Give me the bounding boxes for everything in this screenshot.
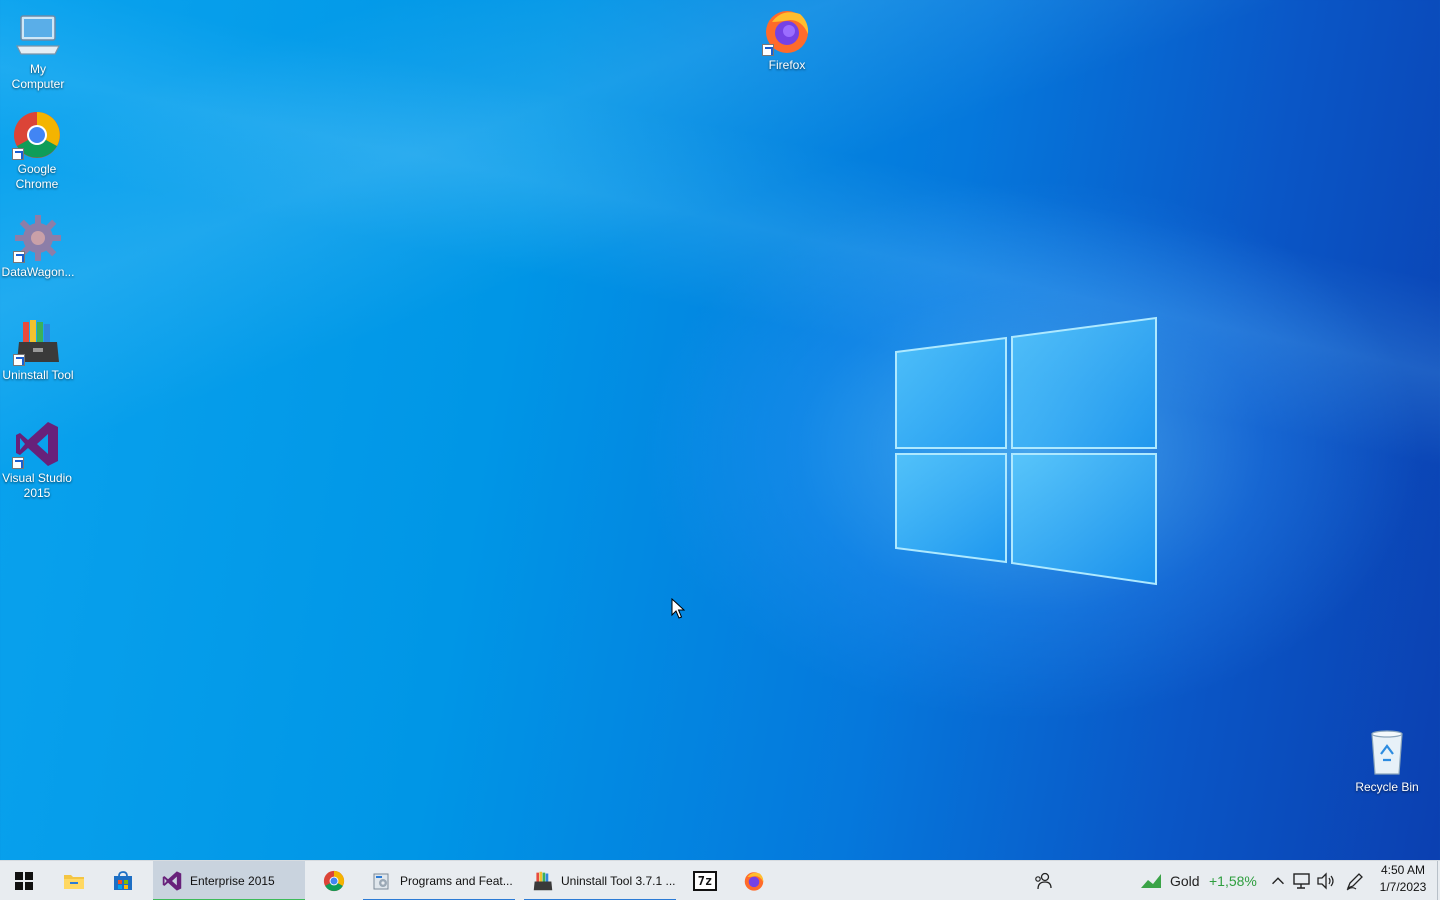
- shortcut-arrow-icon: [12, 148, 24, 160]
- stock-change[interactable]: +1,58%: [1209, 861, 1257, 900]
- 7zip-icon: 7z: [693, 871, 717, 891]
- store-button[interactable]: [99, 861, 147, 900]
- shortcut-arrow-icon: [13, 251, 25, 263]
- taskbar-app-7zip[interactable]: 7z: [681, 861, 729, 900]
- taskbar-app-uninstall-tool[interactable]: Uninstall Tool 3.7.1 ...: [524, 861, 676, 900]
- firefox-icon: [744, 872, 764, 891]
- show-hidden-icons-button[interactable]: [1268, 861, 1288, 900]
- volume-button[interactable]: [1315, 861, 1337, 900]
- clock-time: 4:50 AM: [1380, 863, 1426, 877]
- visual-studio-icon: [162, 871, 182, 891]
- uninstall-tool-icon: [533, 871, 553, 891]
- desktop-icon-label: Recycle Bin: [1355, 780, 1419, 794]
- desktop-icon-label: Firefox: [768, 58, 806, 72]
- show-desktop-button[interactable]: [1434, 861, 1440, 900]
- people-icon: [1035, 872, 1052, 890]
- shortcut-arrow-icon: [12, 457, 24, 469]
- start-button[interactable]: [0, 861, 48, 900]
- desktop-icon-label: Uninstall Tool: [2, 368, 74, 382]
- shortcut-arrow-icon: [13, 354, 25, 366]
- chrome-icon: [323, 870, 345, 892]
- desktop-icon-visual-studio[interactable]: Visual Studio 2015: [0, 419, 75, 501]
- stock-widget-icon-wrap[interactable]: [1136, 861, 1166, 900]
- uninstall-tool-icon: [13, 316, 63, 366]
- desktop-icon-label: DataWagon...: [1, 265, 75, 279]
- people-button[interactable]: [1026, 861, 1060, 900]
- store-icon: [114, 871, 132, 890]
- taskbar-clock[interactable]: 4:50 AM 1/7/2023: [1372, 862, 1434, 896]
- taskbar-app-visual-studio[interactable]: Enterprise 2015: [153, 861, 305, 900]
- windows-logo-wallpaper: [895, 316, 1157, 586]
- desktop-icon-firefox[interactable]: Firefox: [749, 6, 825, 73]
- firefox-icon: [762, 6, 812, 56]
- taskbar-app-label: Enterprise 2015: [190, 874, 275, 888]
- taskbar-app-label: Programs and Feat...: [400, 874, 513, 888]
- desktop-icon-datawagon[interactable]: DataWagon...: [0, 213, 76, 280]
- desktop-icon-my-computer[interactable]: My Computer: [0, 10, 76, 92]
- show-desktop-divider: [1436, 861, 1438, 900]
- visual-studio-icon: [12, 419, 62, 469]
- network-button[interactable]: [1291, 861, 1313, 900]
- mouse-cursor-icon: [671, 598, 685, 619]
- file-explorer-icon: [64, 875, 84, 889]
- recycle-bin-icon: [1362, 728, 1412, 778]
- desktop-icon-recycle-bin[interactable]: Recycle Bin: [1349, 728, 1425, 795]
- desktop-icon-label: Visual Studio 2015: [2, 471, 72, 500]
- light-beam: [0, 0, 1440, 860]
- programs-features-icon: [373, 873, 389, 890]
- file-explorer-button[interactable]: [50, 861, 98, 900]
- light-beam: [0, 0, 1440, 860]
- network-icon: [1293, 873, 1310, 889]
- stock-chart-icon: [1141, 874, 1161, 888]
- computer-icon: [13, 10, 63, 60]
- taskbar-app-firefox[interactable]: [730, 861, 778, 900]
- chevron-up-icon: [1272, 877, 1284, 885]
- chrome-icon: [12, 110, 62, 160]
- pen-icon: [1346, 873, 1363, 891]
- shortcut-arrow-icon: [762, 44, 774, 56]
- start-icon: [15, 872, 33, 890]
- clock-date: 1/7/2023: [1379, 880, 1427, 894]
- taskbar-app-programs-features[interactable]: Programs and Feat...: [363, 861, 515, 900]
- desktop-icon-google-chrome[interactable]: Google Chrome: [0, 110, 75, 192]
- stock-name[interactable]: Gold: [1170, 861, 1200, 900]
- desktop-icon-uninstall-tool[interactable]: Uninstall Tool: [0, 316, 76, 383]
- desktop-icon-label: Google Chrome: [15, 162, 59, 191]
- gear-icon: [13, 213, 63, 263]
- volume-icon: [1317, 872, 1334, 890]
- pen-workspace-button[interactable]: [1343, 861, 1367, 900]
- taskbar: Enterprise 2015 Programs and Feat... Uni…: [0, 860, 1440, 900]
- taskbar-app-label: Uninstall Tool 3.7.1 ...: [561, 874, 676, 888]
- desktop-icon-label: My Computer: [11, 62, 65, 91]
- taskbar-app-chrome[interactable]: [310, 861, 358, 900]
